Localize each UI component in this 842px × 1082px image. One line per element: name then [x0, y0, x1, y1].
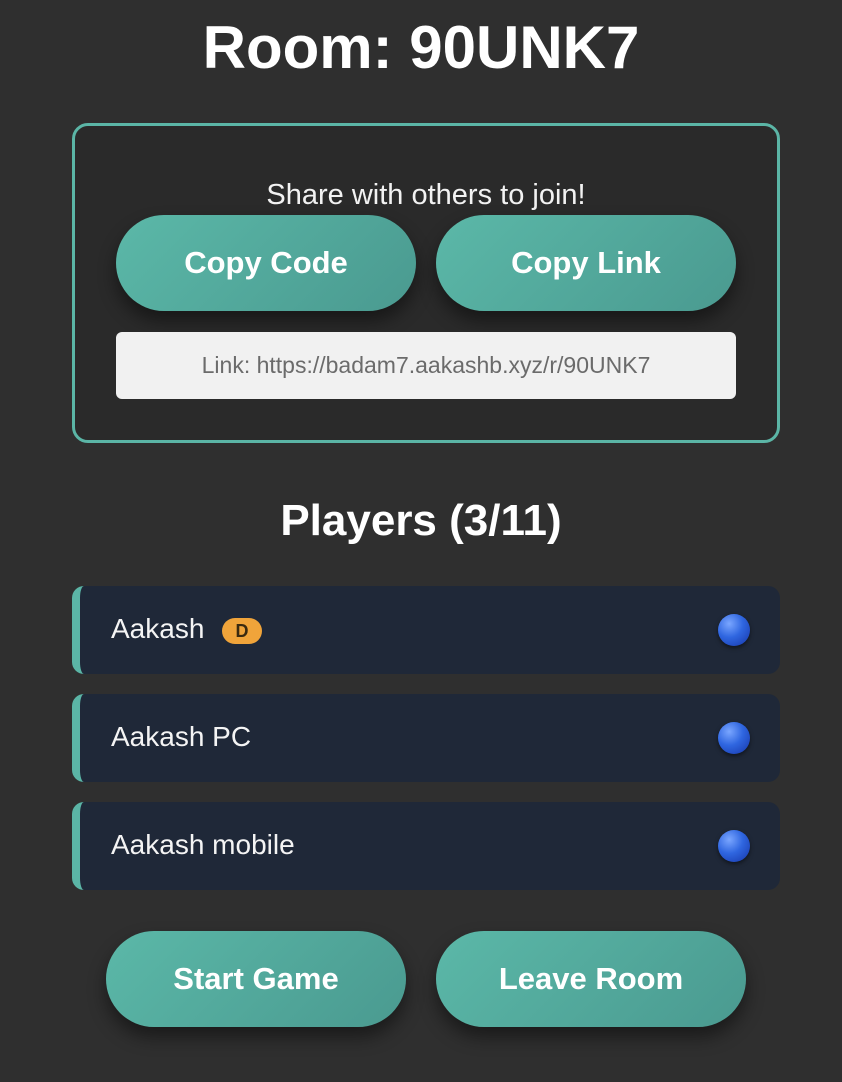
player-name: Aakash PC: [111, 721, 252, 752]
online-dot-icon: [718, 722, 750, 754]
online-dot-icon: [718, 830, 750, 862]
player-row: Aakash mobile: [72, 802, 780, 890]
room-link-field[interactable]: Link: https://badam7.aakashb.xyz/r/90UNK…: [116, 332, 736, 399]
player-name: Aakash mobile: [111, 829, 295, 860]
share-prompt: Share with others to join!: [266, 179, 586, 211]
player-row: Aakash PC: [72, 694, 780, 782]
leave-room-button[interactable]: Leave Room: [436, 931, 746, 1027]
dealer-badge: D: [222, 618, 262, 644]
share-card: Share with others to join! Copy Code Cop…: [72, 123, 780, 443]
copy-link-button[interactable]: Copy Link: [436, 215, 736, 311]
page-title: Room: 90UNK7: [202, 14, 640, 81]
copy-code-button[interactable]: Copy Code: [116, 215, 416, 311]
player-name: Aakash: [111, 613, 205, 644]
player-row: Aakash D: [72, 586, 780, 674]
players-heading: Players (3/11): [280, 496, 562, 545]
start-game-button[interactable]: Start Game: [106, 931, 406, 1027]
online-dot-icon: [718, 614, 750, 646]
